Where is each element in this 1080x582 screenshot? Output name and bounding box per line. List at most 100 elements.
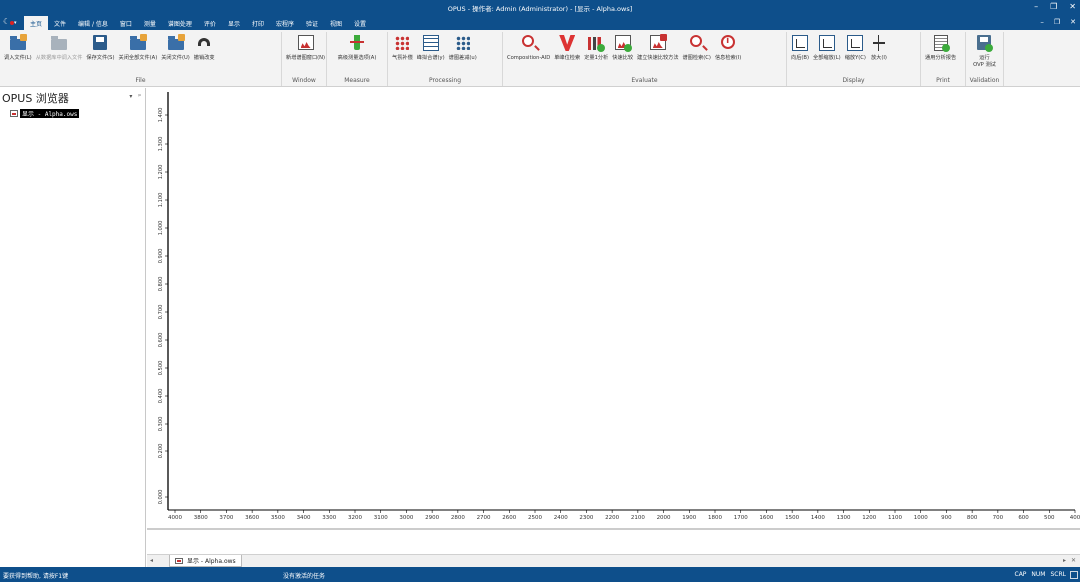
peak-fit-grid-icon [422, 34, 440, 52]
zoom-all-button[interactable]: 全部缩放(L) [811, 32, 843, 62]
x-tick-label: 600 [1018, 515, 1029, 521]
menu-tabs: 主页 文件 编辑 / 信息 窗口 测量 谱图处理 评价 显示 打印 宏程序 验证 视图 设置 [24, 16, 372, 30]
status-help-text: 要获得到帮助, 请按F1键 [3, 573, 69, 580]
ribbon-group-evaluate: Composition-AID 单峰位检索 定量1分析 快速比较 建立快速比较方… [503, 32, 787, 86]
advanced-measurement-button[interactable]: 高级测量选项(A) [336, 32, 379, 62]
spectrum-subtraction-button[interactable]: 谱图差减(u) [447, 32, 479, 62]
doc-tab-alpha[interactable]: 显示 - Alpha.ows [169, 555, 242, 567]
x-tick-label: 1100 [888, 515, 902, 521]
x-tick-label: 3000 [399, 515, 413, 521]
quick-compare-icon [614, 34, 632, 52]
load-file-button[interactable]: 调入文件(L) [2, 32, 34, 62]
menu-tab-2[interactable]: 编辑 / 信息 [72, 16, 114, 30]
y-tick-label: 0.700 [158, 305, 164, 320]
group-label-measure: Measure [344, 77, 370, 84]
close-icon[interactable]: ✕ [1069, 2, 1076, 11]
general-report-button[interactable]: 通用分析报告 [923, 32, 958, 62]
atmosphere-compensation-button[interactable]: 气氛补偿 [390, 32, 415, 62]
menu-tab-9[interactable]: 宏程序 [270, 16, 300, 30]
x-tick-label: 1200 [862, 515, 876, 521]
composition-aid-button[interactable]: Composition-AID [505, 32, 552, 62]
atmosphere-icon [393, 34, 411, 52]
browser-dropdown-icon[interactable]: ▾ [129, 93, 132, 100]
undo-changes-button[interactable]: 撤销改变 [192, 32, 217, 62]
y-tick-label: 0.000 [158, 490, 164, 505]
x-tick-label: 1300 [837, 515, 851, 521]
close-file-button[interactable]: 关闭文件(U) [159, 32, 192, 62]
spectrum-file-icon [175, 557, 183, 564]
menu-tab-7[interactable]: 显示 [222, 16, 246, 30]
menu-tab-1[interactable]: 文件 [48, 16, 72, 30]
x-tick-label: 2900 [425, 515, 439, 521]
build-quick-compare-method-button[interactable]: 建立快速比较方法 [635, 32, 681, 62]
pin-icon[interactable]: ᵖ [138, 93, 141, 100]
compare-method-icon [649, 34, 667, 52]
group-label-print: Print [936, 77, 950, 84]
run-ovp-test-button[interactable]: 运行 OVP 测试 [971, 32, 998, 68]
quant-analysis-button[interactable]: 定量1分析 [582, 32, 610, 62]
ribbon-group-measure: 高级测量选项(A) Measure [327, 32, 388, 86]
spectrum-plot-area[interactable]: 4000 3800 3700 3600 3500 3400 3300 3200 3100 3000… [147, 88, 1080, 554]
menu-tab-0[interactable]: 主页 [24, 16, 49, 30]
status-bar: 要获得到帮助, 请按F1键 没有激活的任务 CAP NUM SCRL [0, 567, 1080, 582]
minimize-icon[interactable]: – [1034, 2, 1038, 11]
zoom-y-icon [846, 34, 864, 52]
measure-flask-icon [348, 34, 366, 52]
quick-compare-button[interactable]: 快速比较 [610, 32, 635, 62]
x-tick-label: 3200 [348, 515, 362, 521]
x-tick-label: 2100 [631, 515, 645, 521]
enlarge-button[interactable]: 放大(I) [868, 32, 890, 62]
group-label-validation: Validation [969, 77, 1000, 84]
tab-close-icon[interactable]: ✕ [1071, 557, 1076, 564]
opus-browser-panel: OPUS 浏览器 ▾ ᵖ 显示 - Alpha.ows [0, 88, 146, 567]
tabs-right-arrow-icon[interactable]: ▸ [1063, 557, 1066, 564]
app-menu-button[interactable]: ☾ ▾ [3, 17, 19, 29]
group-label-display: Display [842, 77, 865, 84]
x-tick-label: 1000 [914, 515, 928, 521]
info-search-button[interactable]: 信息检索(I) [713, 32, 743, 62]
tabs-left-arrow-icon[interactable]: ◂ [150, 557, 153, 564]
menu-tab-8[interactable]: 打印 [246, 16, 270, 30]
menu-tab-3[interactable]: 窗口 [114, 16, 138, 30]
subtraction-icon [454, 34, 472, 52]
spectrum-search-button[interactable]: 谱图检索(C) [681, 32, 713, 62]
x-tick-label: 2200 [605, 515, 619, 521]
spectrum-file-icon [10, 110, 18, 117]
doc-restore-icon[interactable]: ❐ [1054, 18, 1060, 26]
back-button[interactable]: 向后(B) [789, 32, 811, 62]
load-from-database-button[interactable]: 从数据库中调入文件 [34, 32, 85, 62]
ribbon-group-window: 新增谱图窗口(N) Window [282, 32, 327, 86]
restore-icon[interactable]: ❐ [1050, 2, 1057, 11]
menu-tab-11[interactable]: 视图 [324, 16, 348, 30]
peak-fit-button[interactable]: 峰拟合谱(y) [415, 32, 447, 62]
browser-item-alpha[interactable]: 显示 - Alpha.ows [10, 109, 80, 118]
y-tick-label: 0.900 [158, 249, 164, 264]
doc-close-icon[interactable]: ✕ [1070, 18, 1076, 26]
menu-tab-4[interactable]: 测量 [138, 16, 162, 30]
caps-lock-indicator: CAP [1014, 571, 1027, 578]
save-file-button[interactable]: 保存文件(S) [84, 32, 116, 62]
zoom-y-button[interactable]: 缩放Y(C) [843, 32, 868, 62]
y-tick-label: 1.300 [158, 137, 164, 152]
resize-grip-icon[interactable] [1070, 571, 1078, 579]
browser-controls: ▾ ᵖ [129, 93, 141, 100]
zoom-all-icon [818, 34, 836, 52]
x-tick-label: 800 [967, 515, 978, 521]
ribbon-group-processing: 气氛补偿 峰拟合谱(y) 谱图差减(u) Processing [388, 32, 503, 86]
x-tick-label: 3700 [219, 515, 233, 521]
x-tick-label: 2600 [502, 515, 516, 521]
y-tick-label: 0.200 [158, 444, 164, 459]
menu-tab-10[interactable]: 验证 [300, 16, 324, 30]
menu-tab-6[interactable]: 评价 [198, 16, 222, 30]
x-tick-label: 3800 [194, 515, 208, 521]
close-all-files-button[interactable]: 关闭全部文件(A) [117, 32, 160, 62]
menu-tab-12[interactable]: 设置 [348, 16, 372, 30]
back-plot-icon [791, 34, 809, 52]
new-spectrum-window-button[interactable]: 新增谱图窗口(N) [284, 32, 327, 62]
single-peak-search-button[interactable]: 单峰位检索 [552, 32, 582, 62]
menu-tab-5[interactable]: 谱图处理 [162, 16, 198, 30]
close-all-folder-icon [129, 34, 147, 52]
x-tick-label: 3600 [245, 515, 259, 521]
doc-minimize-icon[interactable]: – [1040, 18, 1044, 26]
y-tick-label: 0.300 [158, 417, 164, 432]
